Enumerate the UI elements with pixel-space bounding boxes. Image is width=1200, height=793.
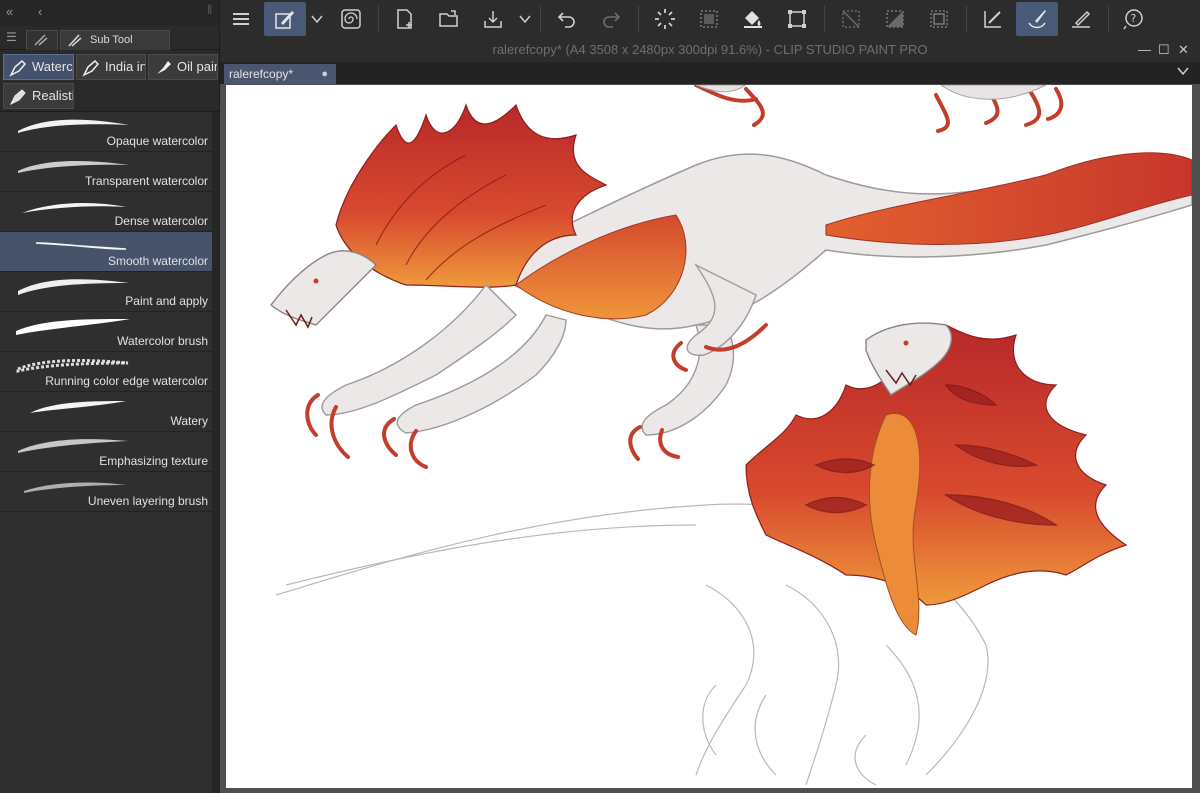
modified-indicator: ● (321, 68, 328, 80)
collapse-double-icon[interactable]: « (6, 4, 13, 19)
stroke-preview-icon (16, 319, 130, 335)
pen-nib-icon (9, 59, 27, 77)
paint-tube-icon (157, 61, 171, 74)
brush-item-running-color-edge-watercolor[interactable]: Running color edge watercolor (0, 352, 212, 392)
artwork-illustration (270, 85, 1192, 786)
clear-button[interactable] (644, 2, 686, 36)
toolbar-separator (824, 6, 825, 32)
collapse-icon[interactable]: ‹ (38, 4, 42, 19)
open-button[interactable] (428, 2, 470, 36)
toolbar-separator (966, 6, 967, 32)
pen-check-icon (984, 11, 1001, 28)
brush-item-watery[interactable]: Watery (0, 392, 212, 432)
pen-nib-icon (82, 59, 100, 77)
deselect-button[interactable] (830, 2, 872, 36)
tab-list-chevron-icon[interactable] (1176, 64, 1190, 81)
panel-header: « ‹ ‖ (0, 0, 219, 26)
help-icon: ? (1123, 9, 1143, 30)
app-window: « ‹ ‖ ☰ Sub Tool [Brush] Watercolor Indi… (0, 0, 1200, 793)
brush-small-icon (34, 34, 48, 46)
redo-icon (603, 12, 621, 28)
pen-nib-icon (9, 89, 26, 106)
deselect-icon (842, 10, 860, 28)
title-bar: ralerefcopy* (A4 3508 x 2480px 300dpi 91… (220, 38, 1200, 62)
group-oil-paint[interactable]: Oil paint (148, 54, 218, 80)
clear-outside-selection-button[interactable] (688, 2, 730, 36)
selection-border-button[interactable] (918, 2, 960, 36)
sub-tool-group-grid: Watercolor India ink Oil paint Realistic (0, 50, 219, 112)
command-bar: ? (220, 0, 1200, 38)
open-folder-icon (439, 10, 458, 27)
new-file-icon (397, 9, 412, 29)
undo-icon (557, 12, 575, 28)
help-button[interactable]: ? (1112, 2, 1154, 36)
transform-icon (788, 10, 806, 28)
fill-button[interactable] (732, 2, 774, 36)
brush-item-watercolor-brush[interactable]: Watercolor brush (0, 312, 212, 352)
toolbar-separator (540, 6, 541, 32)
group-realistic[interactable]: Realistic (3, 83, 74, 109)
group-watercolor[interactable]: Watercolor (3, 54, 74, 80)
maximize-icon[interactable]: ☐ (1158, 42, 1170, 58)
save-dropdown[interactable] (514, 2, 536, 36)
brush-item-transparent-watercolor[interactable]: Transparent watercolor (0, 152, 212, 192)
tab-tool-icon[interactable] (26, 30, 58, 50)
toolbar-separator (638, 6, 639, 32)
undo-button[interactable] (546, 2, 588, 36)
pencil-tool-button[interactable] (1060, 2, 1102, 36)
brush-icon (1028, 10, 1046, 29)
toolbar-separator (378, 6, 379, 32)
group-india-ink[interactable]: India ink (76, 54, 146, 80)
brush-item-uneven-layering-brush[interactable]: Uneven layering brush (0, 472, 212, 512)
spiral-icon (341, 9, 361, 29)
close-icon[interactable]: ✕ (1178, 42, 1189, 58)
panel-grip-icon[interactable]: ‖ (207, 2, 212, 17)
brush-item-opaque-watercolor[interactable]: Opaque watercolor (0, 112, 212, 152)
invert-selection-button[interactable] (874, 2, 916, 36)
hamburger-icon (233, 13, 249, 25)
document-tab[interactable]: ralerefcopy* ● (224, 64, 336, 84)
canvas-area[interactable] (220, 84, 1200, 793)
stabilization-button[interactable] (330, 2, 372, 36)
svg-text:?: ? (1131, 12, 1137, 25)
brush-item-dense-watercolor[interactable]: Dense watercolor (0, 192, 212, 232)
scale-rotate-button[interactable] (776, 2, 818, 36)
document-tab-bar: ralerefcopy* ● (220, 62, 1200, 84)
sub-tool-dropdown[interactable] (306, 2, 328, 36)
minimize-icon[interactable]: — (1138, 42, 1151, 57)
save-button[interactable] (472, 2, 514, 36)
clear-spinner-icon (655, 9, 675, 29)
pen-tool-button[interactable] (972, 2, 1014, 36)
redo-button[interactable] (590, 2, 632, 36)
brush-tool-button[interactable] (1016, 2, 1058, 36)
tab-sub-tool-brush[interactable]: Sub Tool [Brush] (60, 30, 170, 64)
drawing-canvas[interactable] (226, 85, 1192, 788)
new-file-button[interactable] (384, 2, 426, 36)
pen-line-icon (1072, 10, 1091, 28)
bucket-icon (744, 11, 762, 28)
window-title: ralerefcopy* (A4 3508 x 2480px 300dpi 91… (492, 42, 928, 57)
stroke-preview-icon (18, 279, 129, 295)
panel-tabs: ☰ Sub Tool [Brush] (0, 26, 219, 64)
panel-menu-icon[interactable]: ☰ (6, 30, 17, 44)
brush-item-emphasizing-texture[interactable]: Emphasizing texture (0, 432, 212, 472)
selection-border-icon (930, 10, 948, 28)
fill-selection-icon (700, 10, 718, 28)
save-icon (484, 11, 502, 28)
brush-list: Opaque watercolor Transparent watercolor… (0, 112, 212, 512)
brush-item-smooth-watercolor[interactable]: Smooth watercolor (0, 232, 212, 272)
invert-selection-icon (886, 10, 904, 28)
document-tab-label: ralerefcopy* (229, 67, 294, 81)
brush-icon (68, 34, 82, 47)
chevron-down-icon (311, 15, 323, 24)
stroke-preview-icon (30, 401, 126, 413)
toolbar-separator (1108, 6, 1109, 32)
sub-tool-button[interactable] (264, 2, 306, 36)
menu-button[interactable] (220, 2, 262, 36)
brush-list-scrollbar[interactable] (212, 112, 220, 793)
brush-item-paint-and-apply[interactable]: Paint and apply (0, 272, 212, 312)
sub-tool-pen-icon (275, 11, 294, 29)
chevron-down-icon (519, 15, 531, 24)
sub-tool-panel: « ‹ ‖ ☰ Sub Tool [Brush] Watercolor Indi… (0, 0, 220, 793)
